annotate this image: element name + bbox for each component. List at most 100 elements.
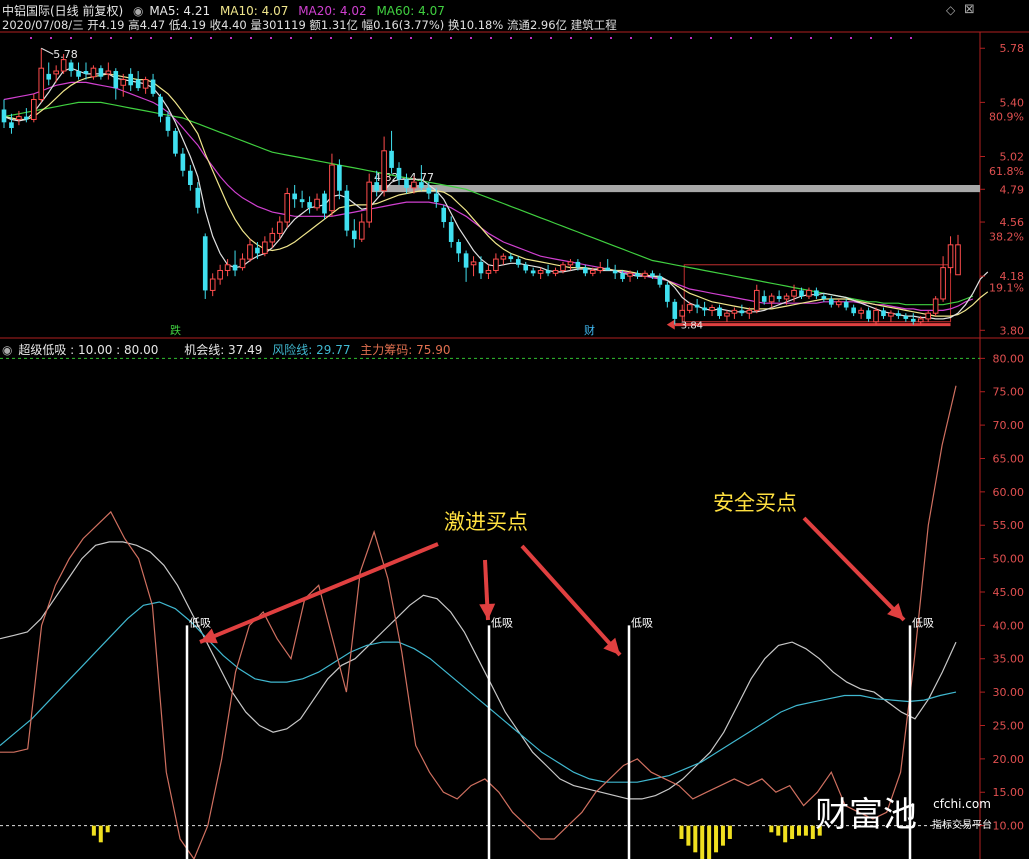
candle-body-down [456,241,461,254]
candle-body-down [545,270,551,274]
diamond-icon[interactable]: ◇ [946,3,955,17]
candle-body-up [731,309,738,314]
arrow-to-signal-1 [199,542,439,644]
annotation-arrows: 激进买点 安全买点 [199,491,906,657]
histogram-bar [727,825,732,839]
candle-body-down [173,130,178,154]
candle-body-up [224,264,231,271]
signal-label: 低吸 [189,616,211,629]
moving-average-lines [3,67,989,320]
candle-body-up [105,70,112,75]
candle-body-down [739,310,745,314]
candle-body-up [791,289,797,297]
candle-body-down [761,296,767,302]
watermark-domain: cfchi.com [933,797,991,811]
candle-body-down [657,276,663,285]
chance-line-label: 机会线: 37.49 [184,343,263,357]
indicator-header: ◉ 超级低吸 : 10.00 : 80.00 机会线: 37.49 风险线: 2… [2,341,457,358]
candle-body-down [374,182,379,191]
indicator-tick-label: 15.00 [993,786,1025,799]
indicator-tick-label: 20.00 [993,753,1025,766]
pct-tick-label: 61.8% [989,165,1024,178]
candle-body-down [202,236,208,291]
candle-body-down [195,187,201,208]
candle-body-down [322,193,327,214]
watermark-tagline: 指标交易平台 [932,818,992,831]
candle-body-up [955,244,961,276]
dropdown-icon[interactable]: ◉ [133,4,143,18]
candle-body-down [672,301,678,319]
histogram-bar [686,825,691,846]
candle-body-down [1,109,7,123]
candle-body-down [530,270,536,274]
candle-body-up [589,269,596,274]
indicator-lines [0,385,957,859]
price-tick-label: 5.78 [1000,42,1025,55]
candle-body-down [896,313,901,317]
candle-body-down [232,264,238,271]
histogram-bar [707,825,712,859]
arrow-to-signal-3 [520,544,622,657]
risk-line [0,601,957,783]
histogram-bar [700,825,705,859]
candle-body-up [358,221,365,240]
candle-body-down [612,270,618,274]
candle-body-down [478,261,484,274]
candle-body-up [247,244,253,260]
price-tick-label: 5.02 [1000,151,1025,164]
ma10-line [3,73,989,317]
candle-body-down [83,71,89,74]
candle-body-down [523,264,529,271]
candle-body-down [433,193,439,203]
candle-body-up [940,267,946,300]
candle-body-up [329,164,335,212]
candle-body-up [90,67,97,78]
candle-body-up [120,79,127,86]
candle-body-down [851,307,856,314]
indicator-tick-label: 45.00 [993,586,1025,599]
histogram-bar [105,825,110,833]
candle-body-up [783,295,790,300]
indicator-tick-label: 80.00 [993,352,1025,365]
candle-body-up [314,198,320,209]
candle-body-up [470,261,477,266]
indicator-tick-label: 65.00 [993,452,1025,465]
candle-body-down [702,307,707,311]
candle-body-up [16,116,22,120]
candle-body-down [98,68,104,77]
indicator-name[interactable]: 超级低吸 : 10.00 : 80.00 [18,343,158,357]
candle-body-up [53,70,59,75]
collapse-icon[interactable]: ◉ [2,343,12,357]
candle-body-up [411,181,417,189]
candle-body-up [552,269,559,274]
indicator-tick-label: 50.00 [993,553,1025,566]
candle-body-up [142,79,149,89]
arrow-to-signal-4 [802,516,906,622]
indicator-tick-label: 60.00 [993,486,1025,499]
indicator-tick-label: 35.00 [993,653,1025,666]
candle-body-up [38,67,45,101]
price-tick-label: 5.40 [1000,96,1025,109]
candle-body-down [694,304,700,308]
ma10-label: MA10: 4.07 [219,4,289,18]
marker-die: 跌 [170,323,181,337]
price-tick-label: 4.79 [1000,183,1025,196]
candle-body-down [448,222,454,242]
candle-body-up [858,309,864,314]
histogram-bar [720,825,725,846]
candle-body-up [262,241,268,254]
close-icon[interactable]: ⊠ [964,2,975,17]
candle-body-down [717,307,722,317]
candle-body-down [158,96,163,117]
indicator-tick-label: 25.00 [993,719,1025,732]
main-chips-label: 主力筹码: 75.90 [360,343,451,357]
candle-body-up [925,312,931,320]
candle-body-up [239,258,246,269]
candle-body-down [635,273,640,277]
watermark: 财富池 cfchi.com 指标交易平台 [815,795,992,835]
stock-title[interactable]: 中铝国际(日线 前复权) [2,4,123,18]
candle-body-up [31,99,37,120]
candle-body-up [560,264,566,271]
signal-label: 低吸 [631,616,653,629]
candle-body-down [866,310,871,319]
